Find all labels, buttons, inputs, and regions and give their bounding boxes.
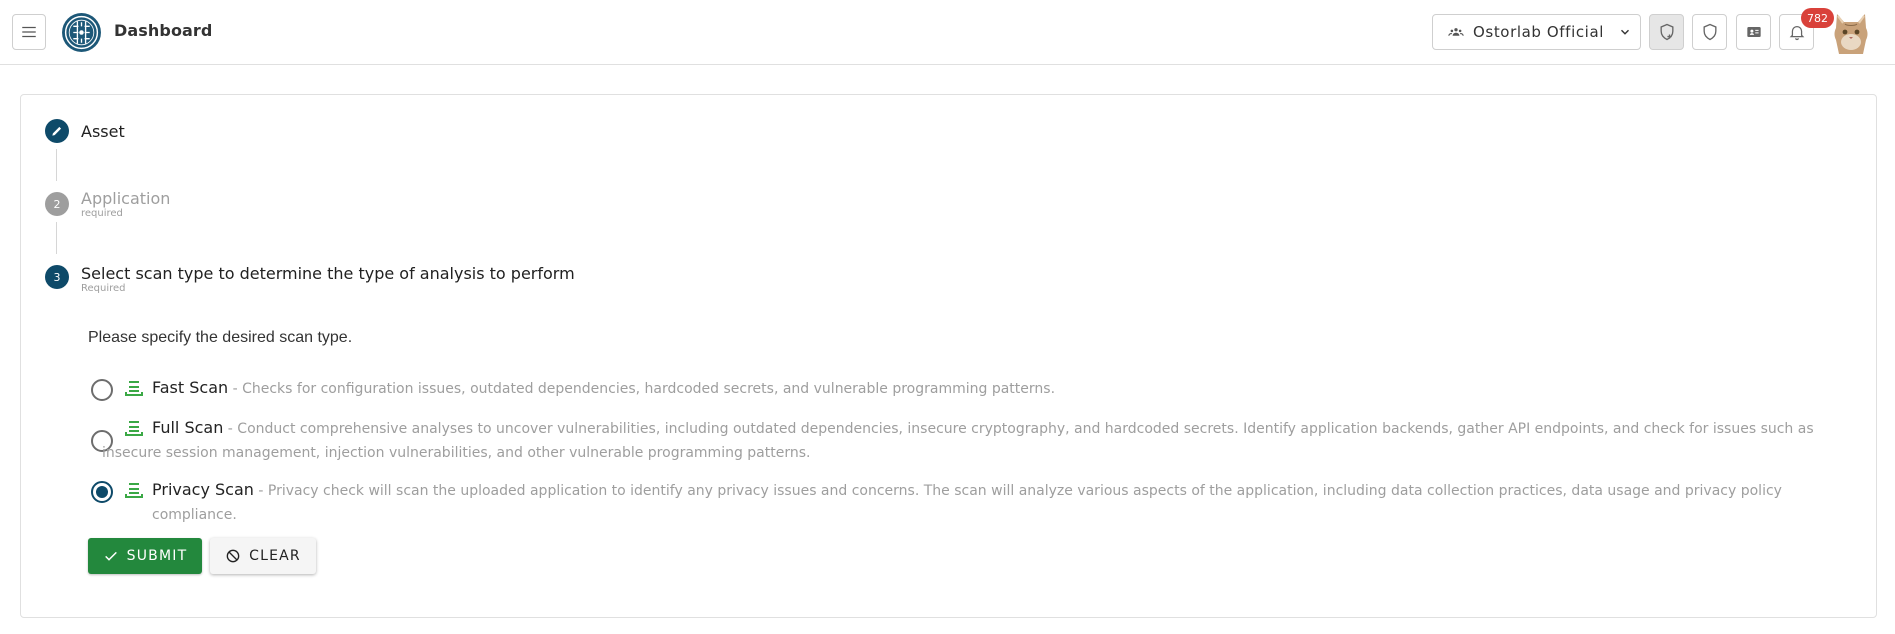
fast-scan-radio[interactable] xyxy=(91,379,113,401)
privacy-scan-name: Privacy Scan xyxy=(152,480,254,499)
tickets-button[interactable] xyxy=(1736,14,1771,50)
organization-name: Ostorlab Official xyxy=(1473,23,1605,41)
submit-button[interactable]: SUBMIT xyxy=(88,538,202,574)
step-3-sublabel: Required xyxy=(81,283,126,294)
full-scan-text: Full Scan - Conduct comprehensive analys… xyxy=(102,416,1862,465)
page-title: Dashboard xyxy=(114,21,213,40)
scan-wizard-card: Asset 2 Application required 3 Select sc… xyxy=(20,94,1877,618)
menu-icon xyxy=(22,26,36,38)
scan-list-icon xyxy=(125,381,143,396)
fast-scan-description: Checks for configuration issues, outdate… xyxy=(242,381,1056,397)
privacy-scan-description: Privacy check will scan the uploaded app… xyxy=(152,483,1782,523)
clear-label: CLEAR xyxy=(249,548,301,564)
step-3-label: Select scan type to determine the type o… xyxy=(81,264,575,283)
step-connector xyxy=(56,149,57,181)
step-1-edit-button[interactable] xyxy=(45,119,69,143)
scan-option-full[interactable]: Full Scan - Conduct comprehensive analys… xyxy=(91,416,1861,466)
step-2-sublabel: required xyxy=(81,208,123,219)
step-connector xyxy=(56,222,57,254)
step-2-label: Application xyxy=(81,189,171,208)
full-scan-name: Full Scan xyxy=(152,418,224,437)
ostorlab-logo[interactable] xyxy=(61,12,102,53)
step-3-circle: 3 xyxy=(45,265,69,289)
scan-option-fast[interactable]: Fast Scan - Checks for configuration iss… xyxy=(91,376,1861,402)
new-scan-button[interactable] xyxy=(1649,14,1684,50)
privacy-scan-radio[interactable] xyxy=(91,481,113,503)
separator: - xyxy=(228,381,243,397)
ticket-icon xyxy=(1746,27,1761,37)
step-2-number: 2 xyxy=(53,197,61,211)
privacy-scan-text: Privacy Scan - Privacy check will scan t… xyxy=(152,478,1861,527)
shield-plus-icon xyxy=(1660,23,1673,41)
pencil-icon xyxy=(52,126,62,136)
fast-scan-name: Fast Scan xyxy=(152,378,229,397)
shield-icon xyxy=(1703,23,1716,41)
check-icon xyxy=(104,551,117,561)
top-bar: Dashboard Ostorlab Official 782 xyxy=(0,0,1895,65)
security-button[interactable] xyxy=(1692,14,1727,50)
scan-list-icon xyxy=(125,483,143,498)
full-scan-description: Conduct comprehensive analyses to uncove… xyxy=(102,421,1814,461)
user-avatar[interactable] xyxy=(1833,12,1869,54)
scan-type-instruction: Please specify the desired scan type. xyxy=(88,329,353,346)
separator: - xyxy=(253,483,268,499)
chevron-down-icon xyxy=(1621,29,1630,35)
menu-button[interactable] xyxy=(12,14,46,50)
step-2-circle: 2 xyxy=(45,192,69,216)
notification-count-badge: 782 xyxy=(1801,8,1834,28)
fast-scan-text: Fast Scan - Checks for configuration iss… xyxy=(152,376,1055,401)
block-icon xyxy=(226,549,240,563)
separator: - xyxy=(223,421,238,437)
clear-button[interactable]: CLEAR xyxy=(210,538,316,574)
step-3-number: 3 xyxy=(53,270,61,284)
organization-selector[interactable]: Ostorlab Official xyxy=(1432,14,1641,50)
submit-label: SUBMIT xyxy=(126,548,188,564)
group-icon xyxy=(1448,28,1464,36)
step-1-label[interactable]: Asset xyxy=(81,122,125,141)
scan-option-privacy[interactable]: Privacy Scan - Privacy check will scan t… xyxy=(91,478,1861,523)
